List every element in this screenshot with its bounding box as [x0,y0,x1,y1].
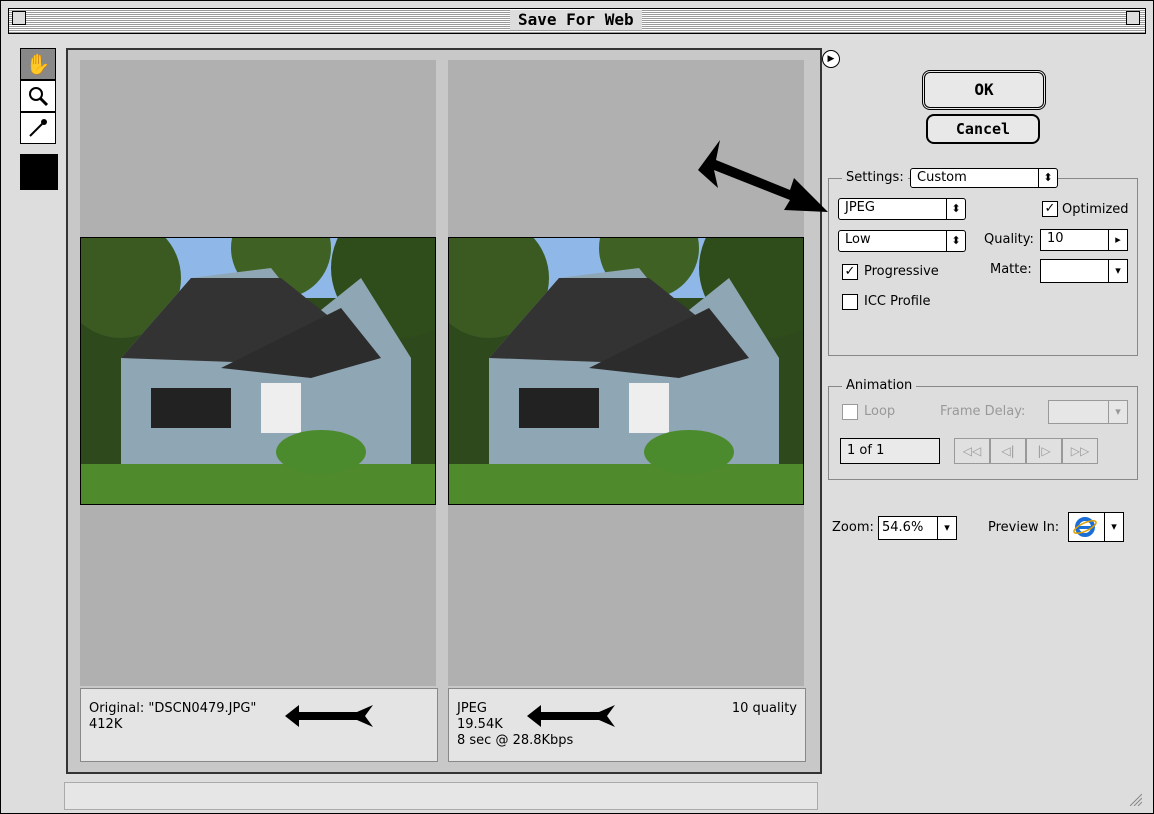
quality-value: 10 [1047,231,1064,246]
optimized-format: JPEG [457,701,487,716]
resize-grip-icon [1129,793,1143,807]
original-info-panel: Original: "DSCN0479.JPG" 412K [80,688,438,762]
preview-in-label: Preview In: [988,520,1060,535]
optimized-label: Optimized [1062,202,1129,217]
format-value: JPEG [845,200,875,215]
chevron-down-icon: ▾ [937,517,956,539]
updown-arrows-icon: ⬍ [946,231,965,251]
color-swatch[interactable] [20,154,58,190]
format-select[interactable]: JPEG ⬍ [838,198,966,220]
animation-label: Animation [842,378,917,394]
icc-profile-label: ICC Profile [864,294,931,309]
ok-button[interactable]: OK [922,70,1046,110]
house-photo-optimized [448,237,804,505]
original-preview[interactable] [80,60,436,686]
quality-level-select[interactable]: Low ⬍ [838,230,966,252]
preview-browser-select[interactable]: ▾ [1068,512,1124,542]
original-filename: Original: "DSCN0479.JPG" [89,701,257,716]
quality-label: Quality: [984,232,1034,247]
zoom-label: Zoom: [832,520,874,535]
loop-label: Loop [864,404,896,419]
next-frame-button[interactable]: |▷ [1026,438,1062,464]
eyedropper-icon [29,119,47,137]
quality-input[interactable]: 10 ▸ [1040,229,1128,251]
settings-preset-select[interactable]: Custom ⬍ [910,168,1058,188]
loop-checkbox[interactable] [842,404,858,420]
window-title: Save For Web [510,10,642,30]
close-box[interactable] [12,11,26,25]
original-size: 412K [89,717,123,732]
annotation-arrow-left-icon [285,705,373,727]
hand-tool[interactable]: ✋ [20,48,56,80]
triangle-right-icon: ▶ [827,54,835,64]
zoom-tool[interactable] [20,80,56,112]
optimized-checkbox[interactable]: ✓ [1042,201,1058,217]
frame-counter: 1 of 1 [840,438,940,464]
progressive-label: Progressive [864,264,939,279]
settings-label: Settings: [842,170,908,186]
annotation-arrow-left-icon [527,705,615,727]
zoom-box[interactable] [1126,11,1140,25]
chevron-down-icon: ▾ [1108,260,1127,282]
annotation-arrow-down-right-icon [698,140,828,212]
eyedropper-tool[interactable] [20,112,56,144]
animation-nav: ◁◁ ◁| |▷ ▷▷ [954,438,1098,464]
matte-select[interactable]: ▾ [1040,259,1128,283]
cancel-button[interactable]: Cancel [926,114,1040,144]
chevron-down-icon: ▾ [1104,513,1123,541]
optimize-menu-button[interactable]: ▶ [822,50,840,68]
matte-label: Matte: [990,262,1032,277]
optimized-size: 19.54K [457,717,503,732]
house-photo-original [80,237,436,505]
prev-frame-button[interactable]: ◁| [990,438,1026,464]
zoom-icon [29,87,49,107]
tool-palette: ✋ [20,48,56,144]
quality-level-value: Low [845,232,871,247]
updown-arrows-icon: ⬍ [946,199,965,219]
hand-icon: ✋ [25,52,51,76]
settings-preset-value: Custom [917,170,967,185]
zoom-value: 54.6% [882,520,924,535]
quality-note: 10 quality [731,701,797,716]
updown-arrows-icon: ⬍ [1038,169,1057,187]
frame-delay-select[interactable]: ▾ [1048,400,1128,424]
optimized-info-panel: JPEG 19.54K 8 sec @ 28.8Kbps 10 quality [448,688,806,762]
progressive-checkbox[interactable]: ✓ [842,264,858,280]
ie-icon [1073,517,1097,537]
zoom-select[interactable]: 54.6% ▾ [878,516,957,540]
chevron-down-icon: ▾ [1108,401,1127,423]
last-frame-button[interactable]: ▷▷ [1062,438,1098,464]
icc-profile-checkbox[interactable] [842,294,858,310]
status-bar [64,782,818,810]
first-frame-button[interactable]: ◁◁ [954,438,990,464]
download-time: 8 sec @ 28.8Kbps [457,733,574,748]
frame-delay-label: Frame Delay: [940,404,1026,419]
triangle-right-icon: ▸ [1108,230,1127,250]
resize-grip[interactable] [1126,790,1143,807]
